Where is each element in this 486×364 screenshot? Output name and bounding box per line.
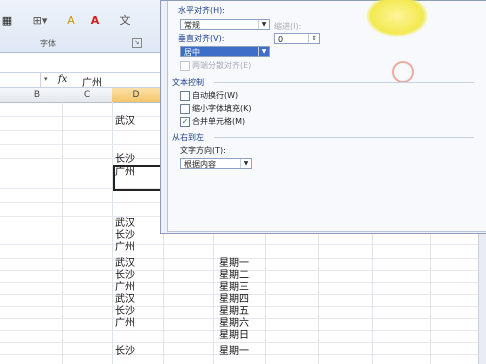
vertical-align-label: 垂直对齐(V): <box>178 34 225 43</box>
grid-line <box>62 102 63 364</box>
list-item[interactable]: 长沙 <box>115 230 135 242</box>
border-icon[interactable]: ▦ <box>2 12 12 28</box>
chevron-down-icon: ▼ <box>240 159 251 168</box>
namebox-dropdown-icon[interactable]: ▾ <box>44 75 48 83</box>
text-direction-value: 根据内容 <box>184 160 216 169</box>
column-header-c[interactable]: C <box>62 88 113 103</box>
cursor-highlight <box>366 0 428 37</box>
column-header-b[interactable]: B <box>12 88 63 103</box>
list-item[interactable]: 星期日 <box>219 330 249 342</box>
list-item[interactable]: 广州 <box>115 282 135 294</box>
merge-cells-label: 合并单元格(M) <box>192 117 246 126</box>
list-item[interactable]: 武汉 <box>115 218 135 230</box>
justify-distributed-checkbox[interactable] <box>180 61 190 71</box>
list-item[interactable]: 星期四 <box>219 294 249 306</box>
chevron-down-icon: ▼ <box>258 20 269 29</box>
horizontal-align-select[interactable]: 常规 ▼ <box>180 19 270 30</box>
stepper-arrows-icon[interactable]: ⇕ <box>308 34 319 43</box>
divider <box>214 137 474 138</box>
list-item[interactable]: 星期二 <box>219 270 249 282</box>
vertical-align-select[interactable]: 居中 ▼ <box>180 46 270 57</box>
justify-distributed-label: 两端分散对齐(E) <box>192 61 252 70</box>
wen-phonetic-icon[interactable]: 文 <box>116 12 134 28</box>
indent-value: 0 <box>278 35 284 44</box>
list-item[interactable]: 长沙 <box>115 346 135 358</box>
click-indicator <box>392 61 414 83</box>
active-cell-selection[interactable] <box>113 165 167 191</box>
text-control-title: 文本控制 <box>172 78 204 87</box>
grid-line <box>0 342 486 343</box>
indent-stepper[interactable]: 0 ⇕ <box>274 33 320 44</box>
font-dialog-launcher[interactable]: ↘ <box>132 38 142 48</box>
list-item[interactable]: 星期六 <box>219 318 249 330</box>
vertical-scrollbar[interactable] <box>478 232 486 364</box>
list-item[interactable]: 星期三 <box>219 282 249 294</box>
name-box[interactable] <box>0 73 41 87</box>
horizontal-align-label: 水平对齐(H): <box>178 6 225 15</box>
format-cells-dialog: 水平对齐(H): 常规 ▼ 缩进(I): 0 ⇕ 垂直对齐(V): 居中 ▼ 两… <box>160 0 486 234</box>
chevron-down-icon: ▼ <box>258 47 269 56</box>
alignment-panel: 水平对齐(H): 常规 ▼ 缩进(I): 0 ⇕ 垂直对齐(V): 居中 ▼ 两… <box>167 0 486 232</box>
wrap-text-label: 自动换行(W) <box>192 91 239 100</box>
font-color-glyph: A <box>90 13 100 27</box>
horizontal-align-value: 常规 <box>184 21 200 30</box>
cell-d-wuhan[interactable]: 武汉 <box>115 116 135 128</box>
right-to-left-title: 从右到左 <box>172 133 204 142</box>
divider <box>214 82 474 83</box>
borders-dropdown-icon[interactable]: ⊞▾ <box>30 12 50 28</box>
grid-line <box>0 244 486 245</box>
text-direction-select[interactable]: 根据内容 ▼ <box>180 158 252 169</box>
list-item[interactable]: 星期一 <box>219 258 249 270</box>
list-item[interactable]: 星期五 <box>219 306 249 318</box>
merge-cells-checkbox[interactable]: ✓ <box>180 117 190 127</box>
list-item[interactable]: 广州 <box>115 318 135 330</box>
list-item[interactable]: 长沙 <box>115 306 135 318</box>
shrink-to-fit-label: 缩小字体填充(K) <box>192 104 252 113</box>
list-item[interactable]: 广州 <box>115 242 135 254</box>
list-item[interactable]: 武汉 <box>115 294 135 306</box>
grid-line <box>112 102 113 364</box>
formula-input[interactable]: 广州 <box>82 74 102 89</box>
indent-label: 缩进(I): <box>274 22 302 31</box>
fill-color-icon[interactable]: A <box>62 12 80 28</box>
list-item[interactable]: 长沙 <box>115 270 135 282</box>
font-color-icon[interactable]: A <box>86 12 104 28</box>
list-item[interactable]: 星期一 <box>219 346 249 358</box>
fill-color-glyph: A <box>67 13 75 27</box>
text-direction-label: 文字方向(T): <box>180 146 226 155</box>
list-item[interactable]: 武汉 <box>115 258 135 270</box>
font-group-label: 字体 <box>40 39 56 48</box>
vertical-align-value: 居中 <box>184 48 200 57</box>
fx-icon[interactable]: fx <box>58 74 67 85</box>
wen-glyph: 文 <box>119 14 131 27</box>
column-header-d[interactable]: D <box>112 88 161 103</box>
shrink-to-fit-checkbox[interactable] <box>180 104 190 114</box>
wrap-text-checkbox[interactable] <box>180 91 190 101</box>
